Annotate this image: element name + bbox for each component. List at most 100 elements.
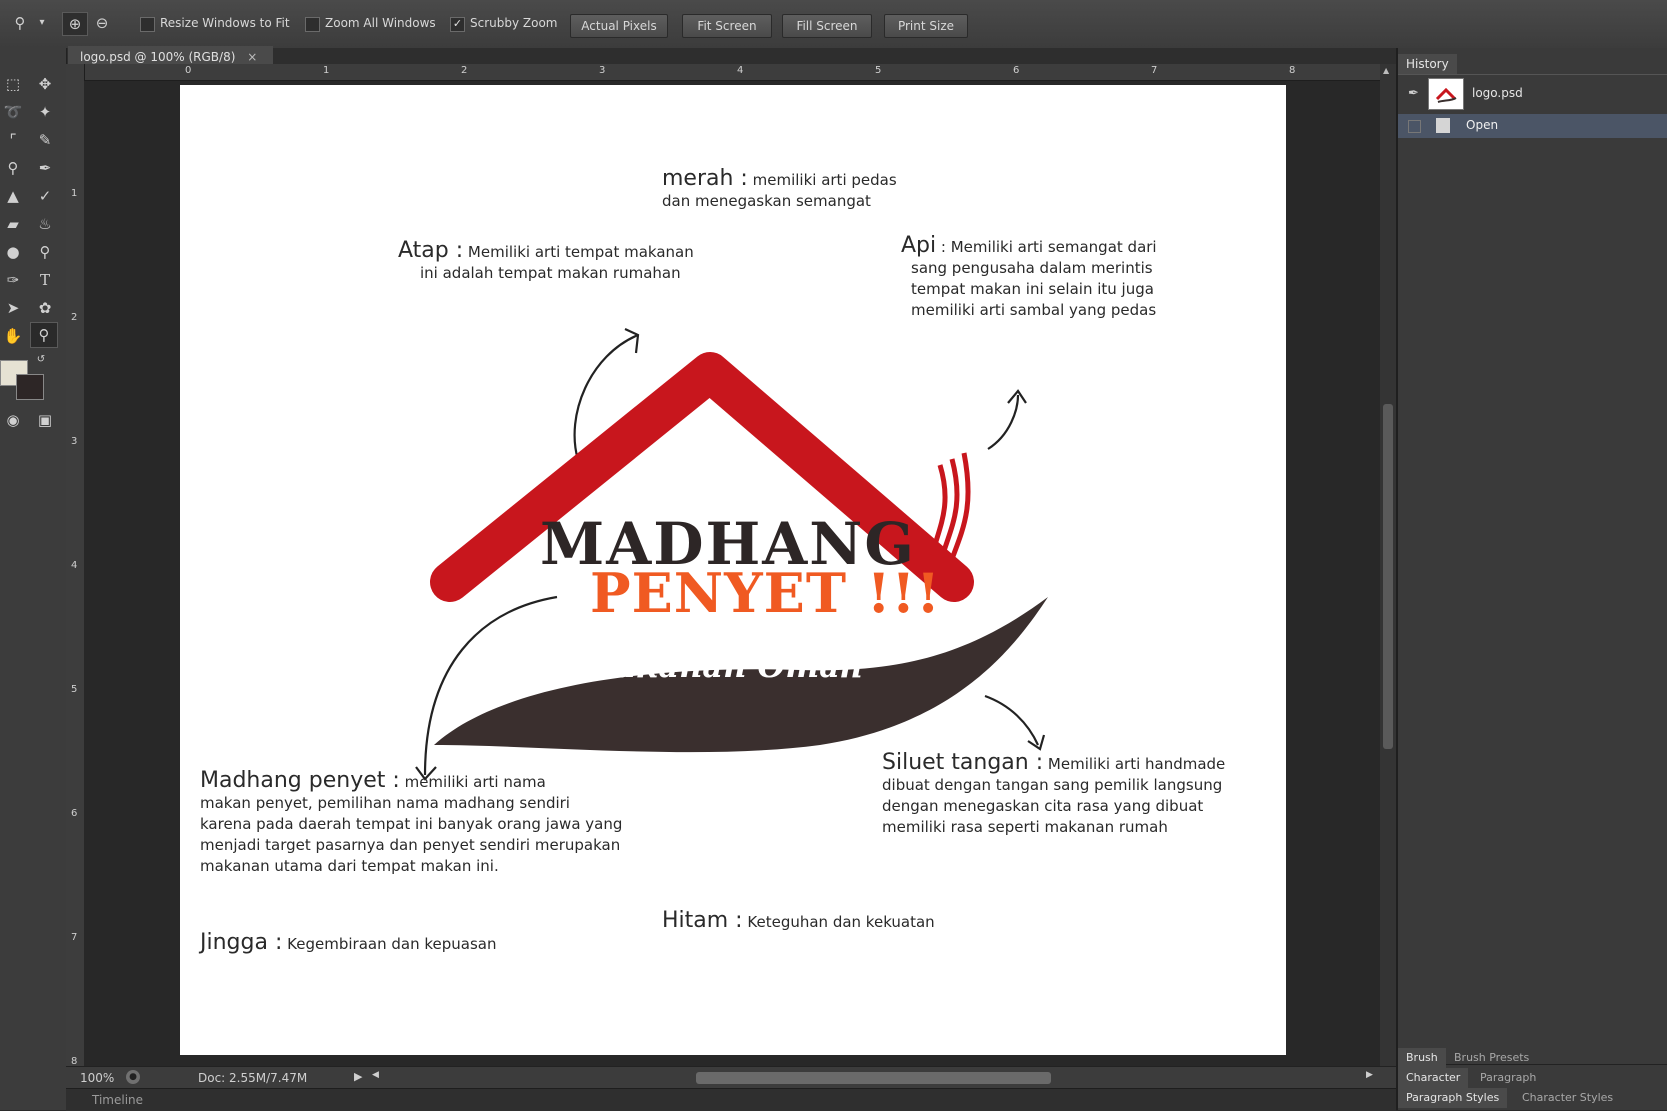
zoom-in-icon[interactable]: ⊕ [62, 12, 88, 36]
scroll-left-icon[interactable]: ◀ [372, 1070, 379, 1080]
zoom-all-windows-checkbox[interactable] [305, 17, 320, 32]
eyedropper-tool-icon[interactable]: ✎ [32, 128, 58, 152]
document-tab-title: logo.psd @ 100% (RGB/8) [80, 50, 236, 64]
vertical-scrollbar[interactable]: ▲ ▼ [1380, 64, 1396, 1084]
annotation-heading: Madhang penyet : [200, 768, 400, 793]
ruler-label: 3 [599, 65, 606, 76]
tab-brush[interactable]: Brush [1398, 1048, 1446, 1068]
ruler-label: 6 [1013, 65, 1020, 76]
background-color-swatch[interactable] [16, 374, 44, 400]
shape-tool-icon[interactable]: ✿ [32, 296, 58, 320]
annotation-heading: merah : [662, 166, 748, 191]
vertical-scroll-thumb[interactable] [1383, 404, 1393, 749]
resize-windows-label: Resize Windows to Fit [160, 16, 290, 30]
annotation-jingga: Jingga : Kegembiraan dan kepuasan [200, 930, 497, 955]
zoom-level[interactable]: 100% [80, 1071, 114, 1085]
ruler-label: 5 [71, 684, 78, 695]
annotation-atap: Atap : Memiliki arti tempat makanan ini … [398, 238, 694, 283]
history-brush-tool-icon[interactable]: ✓ [32, 184, 58, 208]
ruler-label: 2 [461, 65, 468, 76]
quick-mask-icon[interactable]: ◉ [0, 408, 26, 432]
move-tool-icon[interactable]: ✥ [32, 72, 58, 96]
zoom-tool-icon[interactable]: ⚲ [8, 12, 32, 34]
horizontal-ruler: 0 1 2 3 4 5 6 7 8 [84, 64, 1380, 81]
ruler-label: 2 [71, 312, 78, 323]
close-tab-icon[interactable]: × [247, 50, 257, 64]
resize-windows-checkbox[interactable] [140, 17, 155, 32]
hand-tool-icon[interactable]: ✋ [0, 324, 26, 348]
status-menu-arrow-icon[interactable]: ▶ [354, 1070, 362, 1083]
path-selection-tool-icon[interactable]: ➤ [0, 296, 26, 320]
ruler-label: 5 [875, 65, 882, 76]
marquee-tool-icon[interactable]: ⬚ [0, 72, 26, 96]
annotation-api: Api : Memiliki arti semangat dari sang p… [901, 233, 1157, 320]
annotation-heading: Atap : [398, 238, 464, 263]
tools-panel: ⬚ ✥ ➰ ✦ ⌜ ✎ ⚲ ✒ ▲ ✓ ▰ ♨ ● ⚲ ✑ T ➤ ✿ ✋ ⚲ … [0, 48, 67, 1110]
swap-colors-icon[interactable]: ↺ [28, 348, 54, 372]
snapshot-thumbnail[interactable] [1428, 78, 1464, 110]
lasso-tool-icon[interactable]: ➰ [0, 100, 26, 124]
annotation-siluet-tangan: Siluet tangan : Memiliki arti handmade d… [882, 750, 1226, 837]
blur-tool-icon[interactable]: ● [0, 240, 26, 264]
magic-wand-tool-icon[interactable]: ✦ [32, 100, 58, 124]
crop-tool-icon[interactable]: ⌜ [0, 128, 26, 152]
annotation-merah: merah : memiliki arti pedas dan menegask… [662, 166, 897, 211]
ruler-label: 7 [71, 932, 78, 943]
status-bar: 100% ● Doc: 2.55M/7.47M ▶ ◀ ▶ [66, 1066, 1396, 1089]
pen-tool-icon[interactable]: ✑ [0, 268, 26, 292]
zoom-all-windows-label: Zoom All Windows [325, 16, 436, 30]
fill-screen-button[interactable]: Fill Screen [782, 14, 872, 38]
annotation-madhang-penyet: Madhang penyet : memiliki arti nama maka… [200, 768, 623, 876]
brush-tool-icon[interactable]: ✒ [32, 156, 58, 180]
timeline-panel[interactable]: Timeline [66, 1088, 1396, 1111]
ruler-label: 4 [737, 65, 744, 76]
vertical-ruler: 1 2 3 4 5 6 7 8 [66, 64, 85, 1084]
tab-history[interactable]: History [1398, 54, 1457, 74]
annotation-heading: Api [901, 233, 937, 258]
ruler-label: 1 [71, 188, 78, 199]
ruler-label: 6 [71, 808, 78, 819]
dodge-tool-icon[interactable]: ⚲ [32, 240, 58, 264]
ruler-label: 0 [185, 65, 192, 76]
snapshot-house-icon [1435, 87, 1457, 103]
logo-penyet: PENYET !!! [590, 561, 941, 625]
clone-stamp-tool-icon[interactable]: ▲ [0, 184, 26, 208]
type-tool-icon[interactable]: T [32, 268, 58, 292]
tab-brush-presets[interactable]: Brush Presets [1446, 1048, 1537, 1068]
timeline-label[interactable]: Timeline [92, 1093, 143, 1107]
history-state-row[interactable]: Open [1398, 114, 1667, 138]
right-panel-dock: History ✒ logo.psd Open Brush Brush Pres… [1396, 48, 1667, 1110]
actual-pixels-button[interactable]: Actual Pixels [570, 14, 668, 38]
scrubby-zoom-label: Scrubby Zoom [470, 16, 558, 30]
ruler-label: 7 [1151, 65, 1158, 76]
annotation-heading: Siluet tangan : [882, 750, 1044, 775]
ruler-label: 1 [323, 65, 330, 76]
tab-paragraph-styles[interactable]: Paragraph Styles [1398, 1088, 1508, 1108]
history-brush-source-icon[interactable]: ✒ [1408, 86, 1419, 101]
ruler-label: 3 [71, 436, 78, 447]
tab-character[interactable]: Character [1398, 1068, 1469, 1088]
history-state-label: Open [1466, 118, 1499, 132]
zoom-out-icon[interactable]: ⊖ [90, 12, 114, 34]
options-bar: ⚲ ▾ ⊕ ⊖ Resize Windows to Fit Zoom All W… [0, 0, 1667, 49]
zoom-tool-icon[interactable]: ⚲ [30, 322, 58, 348]
tool-preset-dropdown-icon[interactable]: ▾ [30, 12, 54, 34]
healing-brush-tool-icon[interactable]: ⚲ [0, 156, 26, 180]
scroll-right-icon[interactable]: ▶ [1366, 1070, 1373, 1080]
scrubby-zoom-checkbox[interactable]: ✓ [450, 17, 465, 32]
tab-paragraph[interactable]: Paragraph [1472, 1068, 1544, 1088]
print-size-button[interactable]: Print Size [884, 14, 968, 38]
horizontal-scroll-thumb[interactable] [696, 1072, 1051, 1084]
scroll-up-icon[interactable]: ▲ [1383, 66, 1389, 75]
tab-character-styles[interactable]: Character Styles [1514, 1088, 1621, 1108]
snapshot-name[interactable]: logo.psd [1472, 86, 1523, 100]
status-icon[interactable]: ● [126, 1070, 140, 1084]
document-canvas[interactable]: MADHANG PENYET !!! Makanan Omah merah : … [180, 85, 1286, 1055]
fit-screen-button[interactable]: Fit Screen [682, 14, 772, 38]
screen-mode-icon[interactable]: ▣ [32, 408, 58, 432]
eraser-tool-icon[interactable]: ▰ [0, 212, 26, 236]
annotation-heading: Jingga : [200, 930, 283, 955]
paint-bucket-tool-icon[interactable]: ♨ [32, 212, 58, 236]
document-size: Doc: 2.55M/7.47M [198, 1071, 308, 1085]
ruler-label: 4 [71, 560, 78, 571]
